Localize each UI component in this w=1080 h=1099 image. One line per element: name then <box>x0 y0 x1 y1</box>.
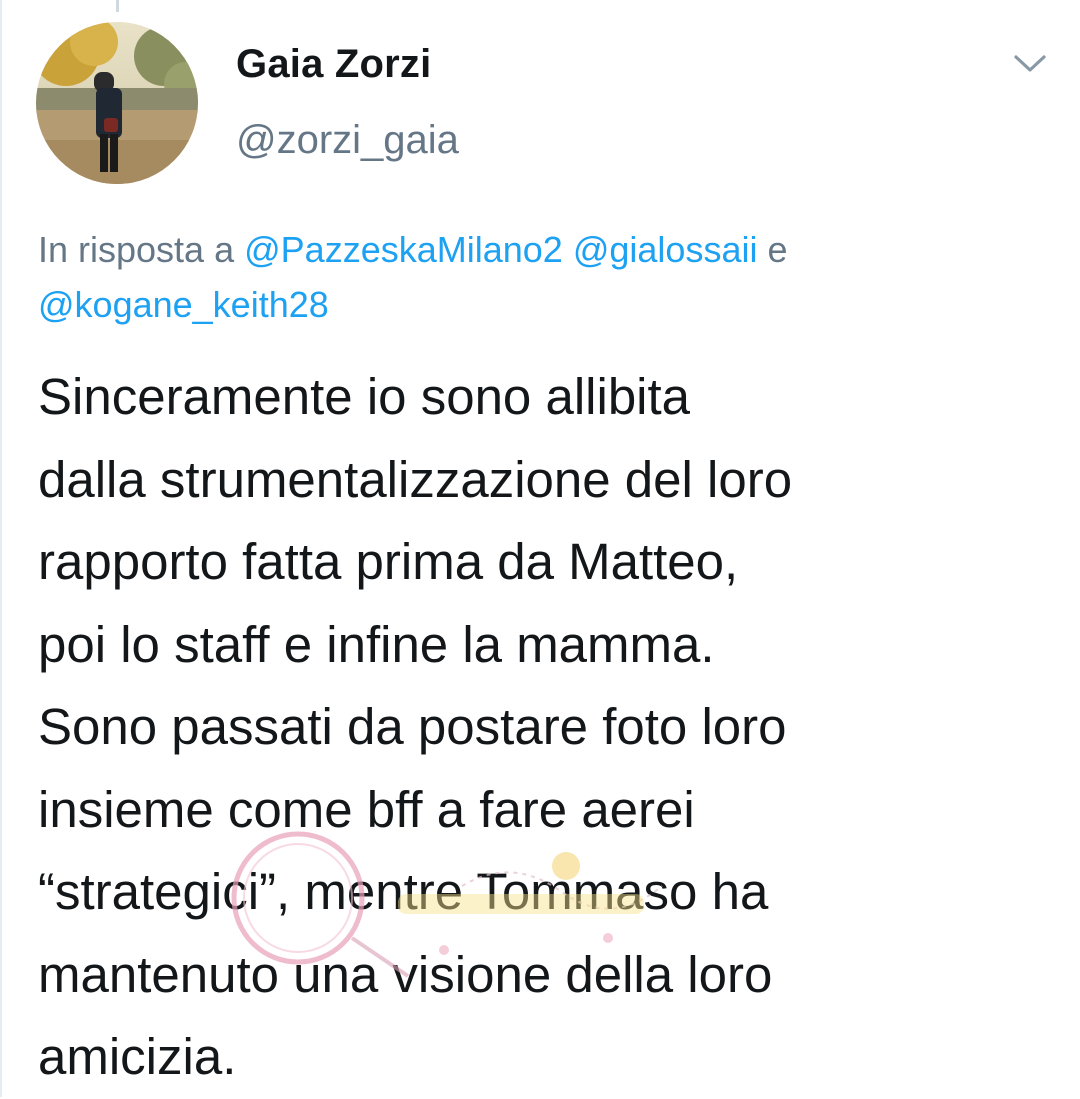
mention-link[interactable]: @PazzeskaMilano2 <box>244 229 563 270</box>
mention-link[interactable]: @kogane_keith28 <box>38 284 329 325</box>
mention-link[interactable]: @gialossaii <box>573 229 758 270</box>
tweet-menu-button[interactable] <box>1008 46 1052 82</box>
left-border <box>0 0 2 1097</box>
reply-context: In risposta a @PazzeskaMilano2 @gialossa… <box>38 222 1048 332</box>
user-handle[interactable]: @zorzi_gaia <box>236 118 459 163</box>
display-name[interactable]: Gaia Zorzi <box>236 42 431 87</box>
tweet-text: Sinceramente io sono allibita dalla stru… <box>38 368 793 1085</box>
reply-prefix: In risposta a <box>38 229 235 270</box>
avatar[interactable] <box>36 22 198 184</box>
avatar-photo <box>36 22 198 184</box>
reply-conjunction: e <box>767 229 788 270</box>
chevron-down-icon <box>1014 55 1046 72</box>
thread-connector <box>116 0 119 12</box>
